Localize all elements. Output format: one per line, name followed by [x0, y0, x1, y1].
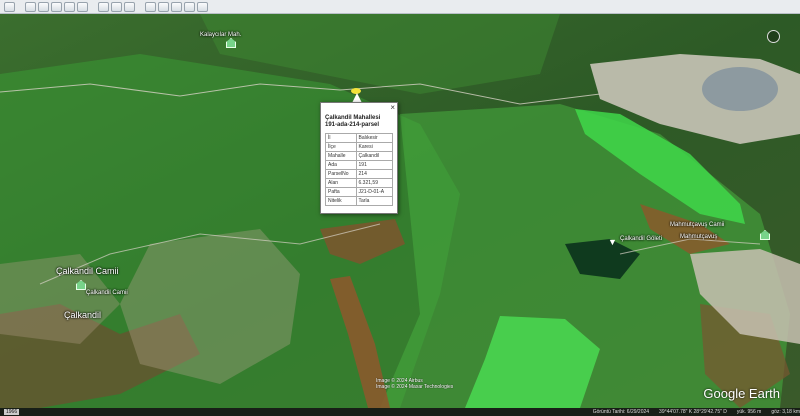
- attr-key: ParselNo: [325, 169, 357, 179]
- close-icon[interactable]: ×: [390, 103, 395, 112]
- attr-key: Ada: [325, 160, 357, 170]
- popup-subtitle: 191-ada-214-parsel: [325, 122, 380, 128]
- attr-key: Nitelik: [325, 196, 357, 206]
- table-row: ParselNo 214: [325, 169, 394, 179]
- map-canvas[interactable]: Kalaycılar Mah. Çalkandil Camii Çalkandi…: [0, 14, 800, 408]
- sidebar-toggle-button[interactable]: [4, 1, 15, 12]
- place-label-top: Kalaycılar Mah.: [200, 32, 242, 38]
- place-label-calkandil-camii-small: Çalkandil Camii: [86, 290, 128, 296]
- table-row: İlçe Karesi: [325, 142, 394, 152]
- print-button[interactable]: [171, 1, 182, 12]
- quarry-pond: [702, 67, 778, 111]
- save-image-button[interactable]: [184, 1, 195, 12]
- table-row: Ada 191: [325, 160, 394, 170]
- table-row: Mahalle Çalkandil: [325, 151, 394, 161]
- attr-key: Mahalle: [325, 151, 357, 161]
- table-row: Pafta J21-D-01-A: [325, 187, 394, 197]
- compass-icon[interactable]: [767, 30, 780, 43]
- scale-legend: 1966: [4, 409, 20, 415]
- attr-value: 214: [355, 169, 394, 179]
- place-label-mahmutcavus: Mahmutçavuş Camii: [670, 222, 725, 228]
- imagery-credit: Image © 2024 Maxar Technologies: [376, 384, 454, 390]
- attr-key: Alan: [325, 178, 357, 188]
- add-placemark-button[interactable]: [25, 1, 36, 12]
- toolbar: [0, 0, 800, 14]
- historical-imagery-button[interactable]: [98, 1, 109, 12]
- record-tour-button[interactable]: [77, 1, 88, 12]
- attr-key: İl: [325, 133, 357, 143]
- parcel-attribute-table: İl Balıkesir İlçe Karesi Mahalle Çalkandil …: [325, 133, 394, 206]
- eye-altitude: göz: 3,18 km: [771, 409, 800, 415]
- status-bar: 1966 Görüntü Tarihi: 6/29/2024 39°44'07.…: [0, 408, 800, 416]
- add-path-button[interactable]: [51, 1, 62, 12]
- google-earth-logo: Google Earth: [703, 386, 780, 401]
- place-label-golet: Çalkandil Göleti: [620, 236, 663, 242]
- add-image-overlay-button[interactable]: [64, 1, 75, 12]
- attr-value: Karesi: [355, 142, 394, 152]
- attr-value: Balıkesir: [355, 133, 394, 143]
- place-label-calkandil-camii: Çalkandil Camii: [56, 266, 119, 276]
- ruler-button[interactable]: [145, 1, 156, 12]
- cursor-coordinates: 39°44'07.78" K 28°29'42.75" D: [659, 409, 727, 415]
- table-row: Nitelik Tarla: [325, 196, 394, 206]
- attr-value: Tarla: [355, 196, 394, 206]
- satellite-imagery: [0, 14, 800, 408]
- attr-key: Pafta: [325, 187, 357, 197]
- elevation: yük. 956 m: [736, 409, 762, 415]
- parcel-info-balloon: × Çalkandil Mahallesi 191-ada-214-parsel…: [320, 102, 398, 214]
- email-button[interactable]: [158, 1, 169, 12]
- attr-key: İlçe: [325, 142, 357, 152]
- planets-button[interactable]: [124, 1, 135, 12]
- place-label-calkandil: Çalkandil: [64, 310, 102, 320]
- sunlight-button[interactable]: [111, 1, 122, 12]
- view-in-maps-button[interactable]: [197, 1, 208, 12]
- add-polygon-button[interactable]: [38, 1, 49, 12]
- table-row: İl Balıkesir: [325, 133, 394, 143]
- popup-title: Çalkandil Mahallesi: [325, 115, 381, 121]
- attr-value: J21-D-01-A: [355, 187, 394, 197]
- table-row: Alan 6.321,59: [325, 178, 394, 188]
- place-label-village-small: Mahmutçavuş: [680, 234, 718, 240]
- imagery-date: Görüntü Tarihi: 6/29/2024: [592, 409, 650, 415]
- attr-value: 191: [355, 160, 394, 170]
- attr-value: 6.321,59: [355, 178, 394, 188]
- water-icon: ▼: [608, 237, 617, 247]
- attr-value: Çalkandil: [355, 151, 394, 161]
